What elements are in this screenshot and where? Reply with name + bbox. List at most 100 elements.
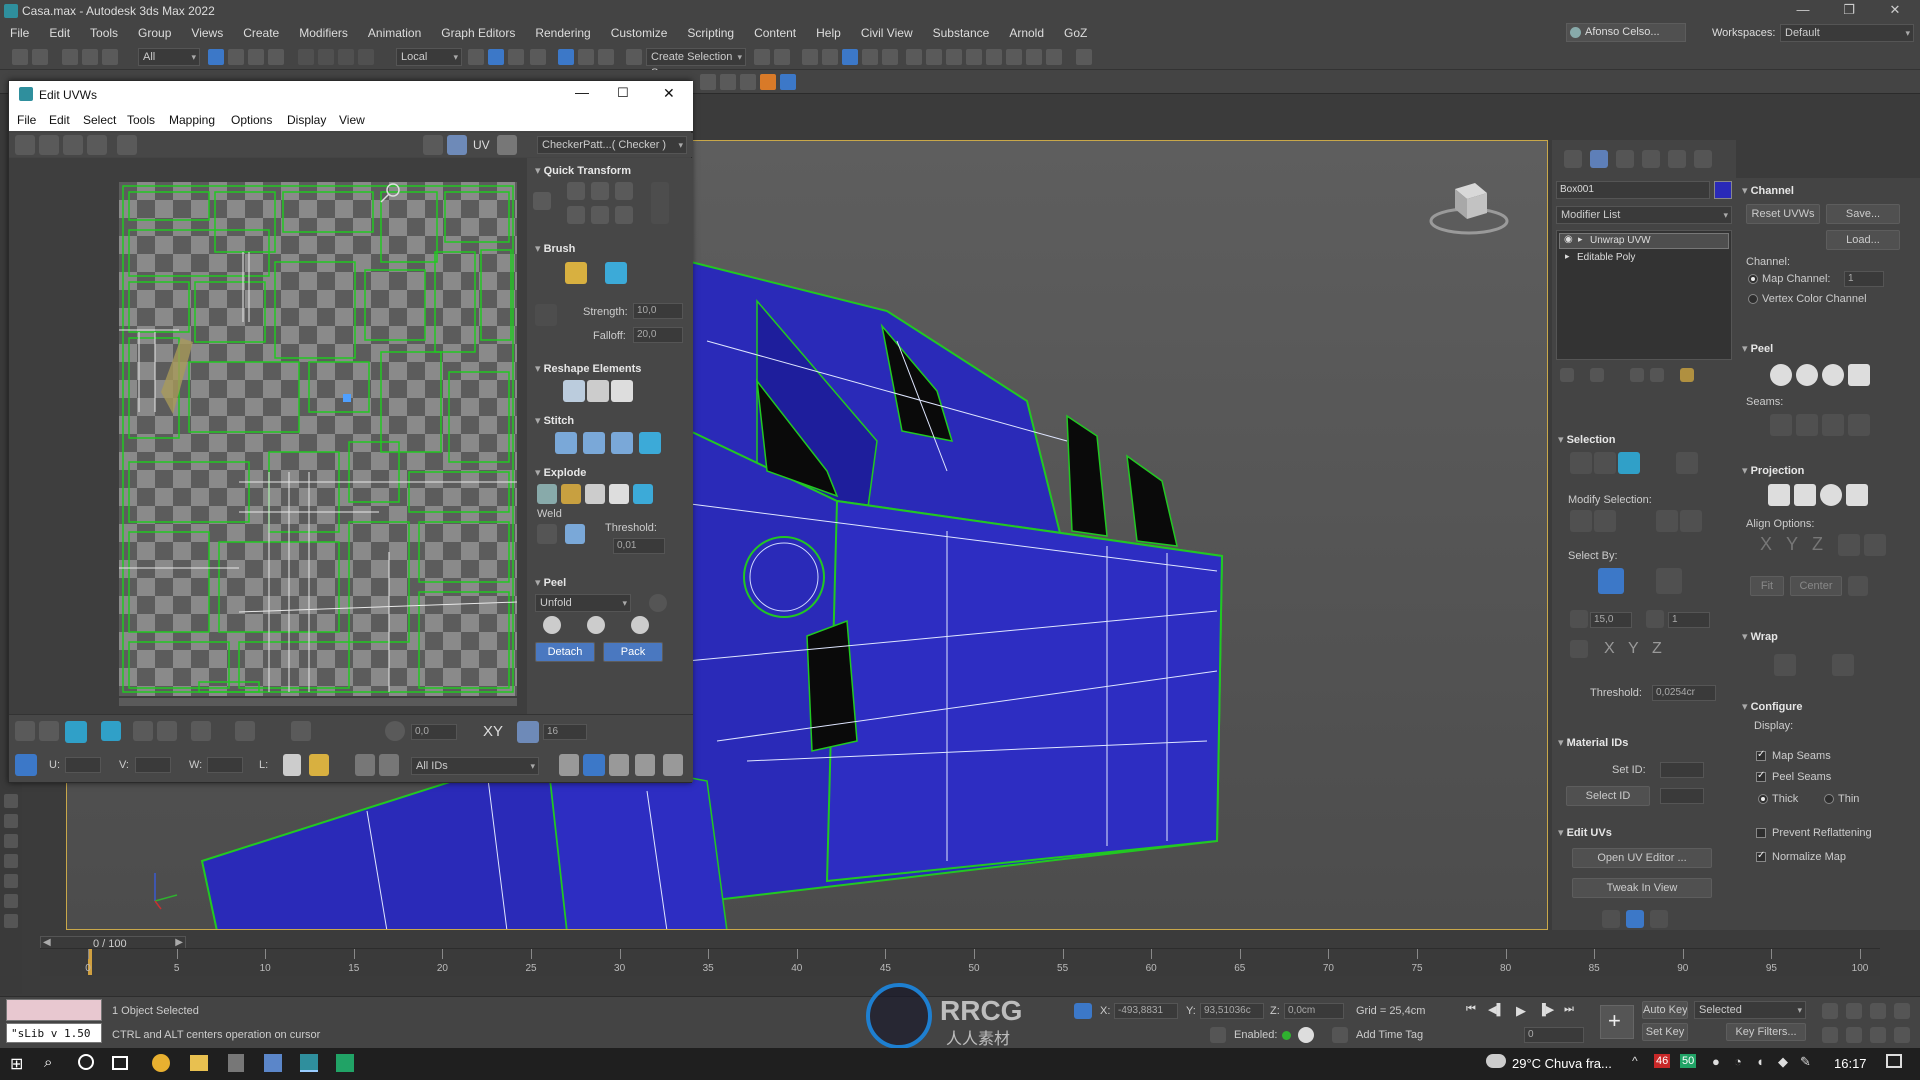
minimize-button[interactable]: —	[1780, 0, 1826, 22]
tray-badge-red[interactable]: 46	[1654, 1054, 1671, 1068]
spline-mapping-icon[interactable]	[1774, 654, 1796, 676]
percent-snap-icon[interactable]	[578, 49, 594, 65]
add-time-tag[interactable]: Add Time Tag	[1356, 1029, 1423, 1041]
loop-uv-icon[interactable]	[191, 721, 211, 741]
select-object-icon[interactable]	[208, 49, 224, 65]
u-field[interactable]	[65, 757, 101, 773]
uv-rotate-icon[interactable]	[39, 135, 59, 155]
relax-icon[interactable]	[587, 380, 609, 402]
zoom-icon[interactable]	[583, 754, 605, 776]
angle-snap-icon[interactable]	[558, 49, 574, 65]
menu-goz[interactable]: GoZ	[1054, 26, 1097, 40]
scene-explorer-icon[interactable]	[822, 49, 838, 65]
element-mode-icon[interactable]	[101, 721, 121, 741]
snaps-toggle-icon[interactable]	[530, 49, 546, 65]
prev-frame-icon[interactable]: ◀	[43, 937, 51, 948]
selection-set-dropdown[interactable]: Selected	[1694, 1001, 1806, 1019]
freeze-icon[interactable]	[379, 754, 399, 776]
planar-angle-icon[interactable]	[1570, 610, 1588, 628]
threshold-spinner[interactable]: 0,0254cr	[1652, 685, 1716, 701]
fit-button[interactable]: Fit	[1750, 576, 1784, 596]
selection-filter-dropdown[interactable]: All	[138, 48, 200, 66]
strip-icon-4[interactable]	[4, 854, 18, 868]
vertex-mode-icon[interactable]	[15, 721, 35, 741]
material-editor-icon[interactable]	[906, 49, 922, 65]
populate-icon[interactable]	[780, 74, 796, 90]
show-end-result-icon[interactable]	[1590, 368, 1604, 382]
uvw-minimize-button[interactable]: —	[575, 84, 589, 100]
render-iterative-icon[interactable]	[1006, 49, 1022, 65]
stack-item-editable-poly[interactable]: ▸ Editable Poly	[1559, 251, 1729, 267]
menu-graph-editors[interactable]: Graph Editors	[431, 26, 525, 40]
snap-icon[interactable]	[663, 754, 683, 776]
texture-dropdown[interactable]: CheckerPatt...( Checker )	[537, 136, 687, 154]
align-x-button[interactable]: X	[1760, 534, 1772, 555]
pin-stack-icon[interactable]	[1560, 368, 1574, 382]
hide-icon[interactable]	[355, 754, 375, 776]
auto-key-button[interactable]: Auto Key	[1642, 1001, 1688, 1019]
undo-icon[interactable]	[12, 49, 28, 65]
soft-selection-spinner[interactable]: 0,0	[411, 724, 457, 740]
modify-tab-icon[interactable]	[1590, 150, 1608, 168]
named-selection-dropdown[interactable]: Create Selection Se	[646, 48, 746, 79]
open-uv-editor-button[interactable]: Open UV Editor ...	[1572, 848, 1712, 868]
excel-icon[interactable]	[336, 1054, 354, 1072]
field-of-view-icon[interactable]	[1822, 1027, 1838, 1043]
go-to-end-icon[interactable]: ⏭	[1564, 1003, 1574, 1016]
paint-move-icon[interactable]	[565, 262, 587, 284]
axis-y-toggle[interactable]: Y	[1628, 640, 1639, 658]
flatten-by-polygon-icon[interactable]	[585, 484, 605, 504]
uvw-menu-tools[interactable]: Tools	[127, 113, 155, 127]
element-select-icon[interactable]	[1676, 452, 1698, 474]
edit-named-selection-icon[interactable]	[626, 49, 642, 65]
weld-threshold-spinner[interactable]: 0,01	[613, 538, 665, 554]
align-to-icon[interactable]	[533, 192, 551, 210]
tray-badge-green[interactable]: 50	[1680, 1054, 1697, 1068]
set-id-spinner[interactable]	[1660, 762, 1704, 778]
keyboard-shortcut-icon[interactable]	[508, 49, 524, 65]
menu-animation[interactable]: Animation	[358, 26, 431, 40]
region-select-icon[interactable]	[248, 49, 264, 65]
unfold-strip-icon[interactable]	[1832, 654, 1854, 676]
uv-scale-icon[interactable]	[63, 135, 83, 155]
map-seams-checkbox[interactable]	[1756, 749, 1766, 761]
task-view-icon[interactable]	[112, 1056, 128, 1070]
zoom-extents-icon[interactable]	[635, 754, 655, 776]
zoom-extents-all-icon[interactable]	[1870, 1003, 1886, 1019]
current-frame-field[interactable]: 0	[1524, 1027, 1584, 1043]
object-name-field[interactable]: Box001	[1556, 181, 1710, 199]
strip-icon-2[interactable]	[4, 814, 18, 828]
maximize-viewport-icon[interactable]	[1894, 1027, 1910, 1043]
menu-views[interactable]: Views	[181, 26, 233, 40]
workspace-dropdown[interactable]: Default	[1780, 24, 1914, 42]
menu-rendering[interactable]: Rendering	[525, 26, 600, 40]
nudge-right-icon[interactable]	[1650, 910, 1668, 928]
quick-peel-icon[interactable]	[543, 616, 561, 634]
reset-projection-icon[interactable]	[1848, 576, 1868, 596]
point-to-point-seam-icon[interactable]	[1796, 414, 1818, 436]
configure-sets-icon[interactable]	[1680, 368, 1694, 382]
z-coord-field[interactable]: 0,0cm	[1284, 1003, 1344, 1019]
timeline-track[interactable]: 0 5 10 15 20 25 30 35 40 45 50 55 60 65 70 75 80 85 90 95 10…	[40, 948, 1880, 976]
weather-text[interactable]: 29°C Chuva fra...	[1512, 1056, 1612, 1071]
ribbon-icon[interactable]	[842, 49, 858, 65]
stitch-source-icon[interactable]	[639, 432, 661, 454]
best-align-icon[interactable]	[1838, 534, 1860, 556]
align-icon[interactable]	[774, 49, 790, 65]
cylindrical-map-icon[interactable]	[1794, 484, 1816, 506]
search-icon[interactable]: ⌕	[44, 1054, 52, 1071]
flatten-by-smoothing-icon[interactable]	[609, 484, 629, 504]
next-key-icon[interactable]: ▐▶	[1538, 1003, 1554, 1016]
menu-substance[interactable]: Substance	[923, 26, 1000, 40]
selection-rollout-title[interactable]: Selection	[1558, 433, 1616, 446]
transform-lock-icon[interactable]	[15, 754, 37, 776]
bind-space-warp-icon[interactable]	[102, 49, 118, 65]
arnold-render-icon[interactable]	[1076, 49, 1092, 65]
spherical-map-icon[interactable]	[1820, 484, 1842, 506]
reset-peel-icon[interactable]	[1822, 364, 1844, 386]
step-loop-icon[interactable]	[1646, 610, 1664, 628]
menu-help[interactable]: Help	[806, 26, 851, 40]
material-ids-rollout-title[interactable]: Material IDs	[1558, 736, 1629, 749]
orbit-icon[interactable]	[1870, 1027, 1886, 1043]
uvw-close-button[interactable]: ✕	[663, 85, 675, 102]
